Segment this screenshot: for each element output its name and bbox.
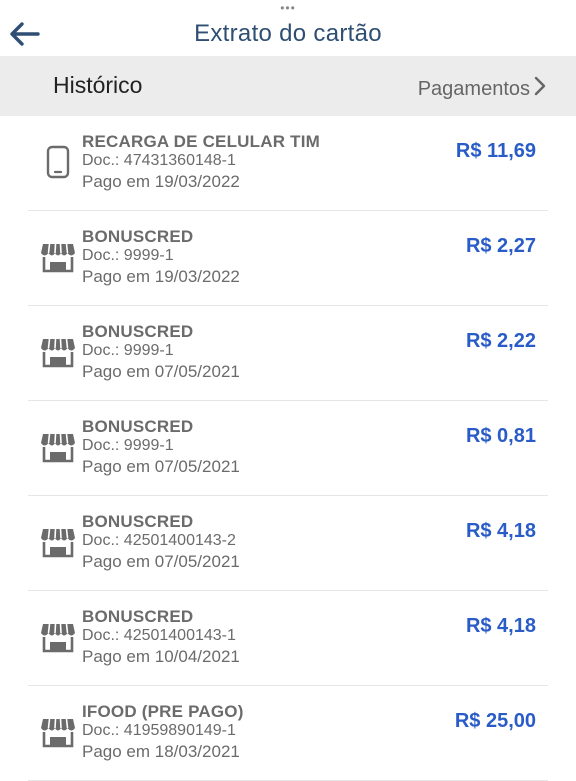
transaction-date: Pago em 07/05/2021	[82, 362, 240, 381]
transaction-date: Pago em 18/03/2021	[82, 742, 240, 761]
store-icon	[40, 237, 76, 277]
store-icon	[40, 712, 76, 752]
transaction-doc: Doc.: 9999-1	[82, 342, 174, 359]
transaction-doc: Doc.: 9999-1	[82, 247, 174, 264]
app-header: ••• Extrato do cartão	[0, 0, 576, 56]
chevron-right-icon	[530, 76, 546, 102]
section-bar: Histórico Pagamentos	[0, 56, 576, 116]
transaction-name: BONUSCRED	[82, 512, 194, 531]
transaction-name: RECARGA DE CELULAR TIM	[82, 132, 320, 151]
transaction-doc: Doc.: 41959890149-1	[82, 722, 236, 739]
store-icon	[40, 427, 76, 467]
page-title: Extrato do cartão	[194, 20, 382, 47]
transaction-list: RECARGA DE CELULAR TIM Doc.: 47431360148-…	[0, 116, 576, 781]
transaction-date: Pago em 07/05/2021	[82, 457, 240, 476]
transaction-row[interactable]: BONUSCRED Doc.: 42501400143-1 Pago em 10/0…	[28, 591, 548, 686]
transaction-row[interactable]: BONUSCRED Doc.: 9999-1 Pago em 07/05/2021 R…	[28, 306, 548, 401]
transaction-doc: Doc.: 42501400143-1	[82, 627, 236, 644]
transaction-name: IFOOD (PRE PAGO)	[82, 702, 244, 721]
store-icon	[40, 617, 76, 657]
transaction-amount: R$ 0,81	[465, 425, 536, 447]
transaction-row[interactable]: RECARGA DE CELULAR TIM Doc.: 47431360148-…	[28, 116, 548, 211]
transaction-date: Pago em 19/03/2022	[82, 267, 240, 286]
transaction-amount: R$ 2,27	[465, 235, 536, 257]
transaction-row[interactable]: BONUSCRED Doc.: 9999-1 Pago em 07/05/2021 R…	[28, 401, 548, 496]
pagamentos-link[interactable]: Pagamentos	[418, 76, 546, 102]
transaction-date: Pago em 07/05/2021	[82, 552, 240, 571]
sheet-grabber[interactable]: •••	[0, 2, 576, 14]
transaction-name: BONUSCRED	[82, 322, 194, 341]
pagamentos-label: Pagamentos	[417, 77, 530, 100]
store-icon	[40, 332, 76, 372]
transaction-amount: R$ 2,22	[465, 330, 536, 352]
tab-historico[interactable]: Histórico	[53, 72, 142, 99]
transaction-amount: R$ 4,18	[465, 615, 536, 637]
transaction-name: BONUSCRED	[82, 607, 194, 626]
transaction-name: BONUSCRED	[82, 417, 194, 436]
transaction-doc: Doc.: 9999-1	[82, 437, 174, 454]
transaction-row[interactable]: BONUSCRED Doc.: 9999-1 Pago em 19/03/2022 R…	[28, 211, 548, 306]
transaction-doc: Doc.: 47431360148-1	[82, 152, 236, 169]
transaction-date: Pago em 19/03/2022	[82, 172, 240, 191]
transaction-amount: R$ 25,00	[454, 710, 536, 732]
transaction-date: Pago em 10/04/2021	[82, 647, 240, 666]
transaction-row[interactable]: IFOOD (PRE PAGO) Doc.: 41959890149-1 Pago …	[28, 686, 548, 781]
transaction-doc: Doc.: 42501400143-2	[82, 532, 236, 549]
transaction-row[interactable]: BONUSCRED Doc.: 42501400143-2 Pago em 07/0…	[28, 496, 548, 591]
phone-icon	[40, 142, 76, 182]
transaction-amount: R$ 4,18	[465, 520, 536, 542]
transaction-amount: R$ 11,69	[455, 140, 536, 162]
transaction-name: BONUSCRED	[82, 227, 194, 246]
store-icon	[40, 522, 76, 562]
